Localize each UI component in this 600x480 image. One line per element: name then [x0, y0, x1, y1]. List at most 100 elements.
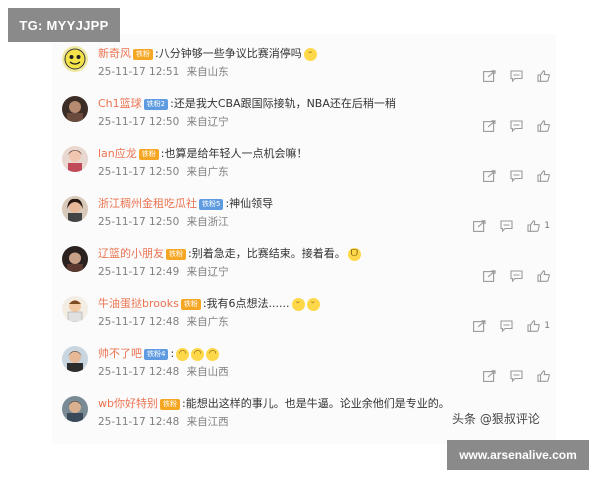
comment-actions	[469, 120, 550, 132]
comment-date: 25-11-17	[98, 316, 146, 328]
reply-icon[interactable]	[510, 270, 523, 282]
username-link[interactable]: lan应龙	[98, 146, 137, 162]
smirk-emoji: ᵕ	[303, 47, 317, 61]
comment-time: 12:49	[149, 266, 180, 278]
comment-date: 25-11-17	[98, 366, 146, 378]
like-icon[interactable]	[537, 70, 550, 82]
avatar[interactable]	[62, 146, 88, 172]
comment-location: 来自辽宁	[186, 116, 229, 128]
comment-time: 12:48	[149, 316, 180, 328]
share-icon[interactable]	[483, 120, 496, 132]
like-icon[interactable]	[537, 270, 550, 282]
reply-icon[interactable]	[510, 120, 523, 132]
avatar[interactable]	[62, 96, 88, 122]
reply-icon[interactable]	[500, 320, 513, 332]
comment-text: :我有6点想法......	[202, 297, 290, 310]
comment-meta: 25-11-17 12:48 来自山西	[98, 365, 229, 379]
reply-icon[interactable]	[510, 170, 523, 182]
username-link[interactable]: 辽篮的小朋友	[98, 246, 164, 262]
comment-location: 来自广东	[186, 316, 229, 328]
share-icon[interactable]	[483, 170, 496, 182]
comment-date: 25-11-17	[98, 416, 146, 428]
comment-text: :也算是给年轻人一点机会嘛！	[160, 147, 308, 160]
like-icon[interactable]	[537, 370, 550, 382]
url-banner: www.arsenalive.com	[447, 440, 589, 470]
comment-item: lan应龙 铁粉 :也算是给年轻人一点机会嘛！ 25-11-17 12:50 来…	[52, 140, 556, 190]
comment-time: 12:48	[149, 416, 180, 428]
comment-item: 牛油蛋挞brooks 铁粉 :我有6点想法...... ᵕ ᵕ 25-11-17…	[52, 290, 556, 340]
smirk-emoji: ᵕ	[291, 297, 305, 311]
share-icon[interactable]	[483, 70, 496, 82]
username-link[interactable]: 浙江稠州金租吃瓜社	[98, 196, 197, 212]
avatar[interactable]	[62, 396, 88, 422]
username-link[interactable]: 牛油蛋挞brooks	[98, 296, 179, 312]
reply-icon[interactable]	[510, 70, 523, 82]
avatar[interactable]	[62, 46, 88, 72]
share-icon[interactable]	[473, 320, 486, 332]
comment-item: Ch1篮球 铁粉2 :还是我大CBA跟国际接轨，NBA还在后稍一稍 25-11-…	[52, 90, 556, 140]
avatar[interactable]	[62, 346, 88, 372]
comment-actions	[469, 370, 550, 382]
fan-badge: 铁粉5	[199, 198, 224, 210]
comment-location: 来自辽宁	[186, 266, 229, 278]
username-link[interactable]: 新奇风	[98, 46, 131, 62]
reply-icon[interactable]	[500, 220, 513, 232]
comment-item: 浙江稠州金租吃瓜社 铁粉5 :神仙领导 25-11-17 12:50 来自浙江 …	[52, 190, 556, 240]
fan-badge: 铁粉	[133, 48, 153, 60]
comment-location: 来自山西	[186, 366, 229, 378]
comment-meta: 25-11-17 12:50 来自广东	[98, 165, 229, 179]
fan-badge: 铁粉	[159, 398, 180, 410]
fan-badge: 铁粉	[138, 148, 159, 160]
username-link[interactable]: wb你好特别	[98, 396, 158, 412]
comment-date: 25-11-17	[98, 216, 146, 228]
comment-actions	[469, 70, 550, 82]
laugh-emoji: ᗜ	[347, 247, 361, 261]
comment-location: 来自浙江	[186, 216, 229, 228]
comment-text: :能想出这样的事儿。也是牛逼。论业余他们是专业的。	[181, 397, 450, 410]
comment-list: 新奇风 铁粉 :八分钟够一些争议比赛消停吗 ᵕ 25-11-17 12:51 来…	[52, 34, 556, 444]
username-link[interactable]: Ch1篮球	[98, 96, 142, 112]
avatar[interactable]	[62, 296, 88, 322]
comment-time: 12:51	[149, 66, 180, 78]
comment-actions	[469, 270, 550, 282]
comment-meta: 25-11-17 12:50 来自辽宁	[98, 115, 229, 129]
like-icon[interactable]: 1	[527, 220, 550, 232]
comment-text: :	[170, 347, 175, 360]
comment-meta: 25-11-17 12:51 来自山东	[98, 65, 229, 79]
reply-icon[interactable]	[510, 370, 523, 382]
laugh-cry-emoji: ◠	[176, 347, 190, 361]
avatar[interactable]	[62, 196, 88, 222]
like-count: 1	[544, 221, 550, 231]
smirk-emoji: ᵕ	[306, 297, 320, 311]
username-link[interactable]: 帅不了吧	[98, 346, 142, 362]
share-icon[interactable]	[483, 270, 496, 282]
tg-banner: TG: MYYJJPP	[8, 8, 120, 42]
comment-text: :八分钟够一些争议比赛消停吗	[155, 47, 302, 60]
fan-badge: 铁粉2	[143, 98, 169, 110]
like-icon[interactable]	[537, 120, 550, 132]
comment-date: 25-11-17	[98, 266, 146, 278]
fan-badge: 铁粉4	[144, 348, 169, 360]
comment-text: :别着急走，比赛结束。接着看。	[188, 247, 346, 260]
share-icon[interactable]	[483, 370, 496, 382]
comment-date: 25-11-17	[98, 116, 146, 128]
like-icon[interactable]	[537, 170, 550, 182]
comment-time: 12:48	[149, 366, 180, 378]
share-icon[interactable]	[473, 220, 486, 232]
comment-text: :还是我大CBA跟国际接轨，NBA还在后稍一稍	[170, 97, 396, 110]
comment-meta: 25-11-17 12:49 来自辽宁	[98, 265, 229, 279]
fan-badge: 铁粉	[166, 248, 186, 260]
comment-actions	[469, 170, 550, 182]
comment-meta: 25-11-17 12:50 来自浙江	[98, 215, 229, 229]
comment-location: 来自山东	[186, 66, 229, 78]
like-count: 1	[544, 321, 550, 331]
comment-meta: 25-11-17 12:48 来自广东	[98, 315, 229, 329]
laugh-cry-emoji: ◠	[206, 347, 220, 361]
comment-time: 12:50	[149, 216, 180, 228]
comment-text: :神仙领导	[225, 197, 274, 210]
comment-item: 帅不了吧 铁粉4 : ◠ ◠ ◠ 25-11-17 12:48 来自山西	[52, 340, 556, 390]
avatar[interactable]	[62, 246, 88, 272]
like-icon[interactable]: 1	[527, 320, 550, 332]
comment-item: 辽篮的小朋友 铁粉 :别着急走，比赛结束。接着看。 ᗜ 25-11-17 12:…	[52, 240, 556, 290]
comment-time: 12:50	[149, 166, 180, 178]
